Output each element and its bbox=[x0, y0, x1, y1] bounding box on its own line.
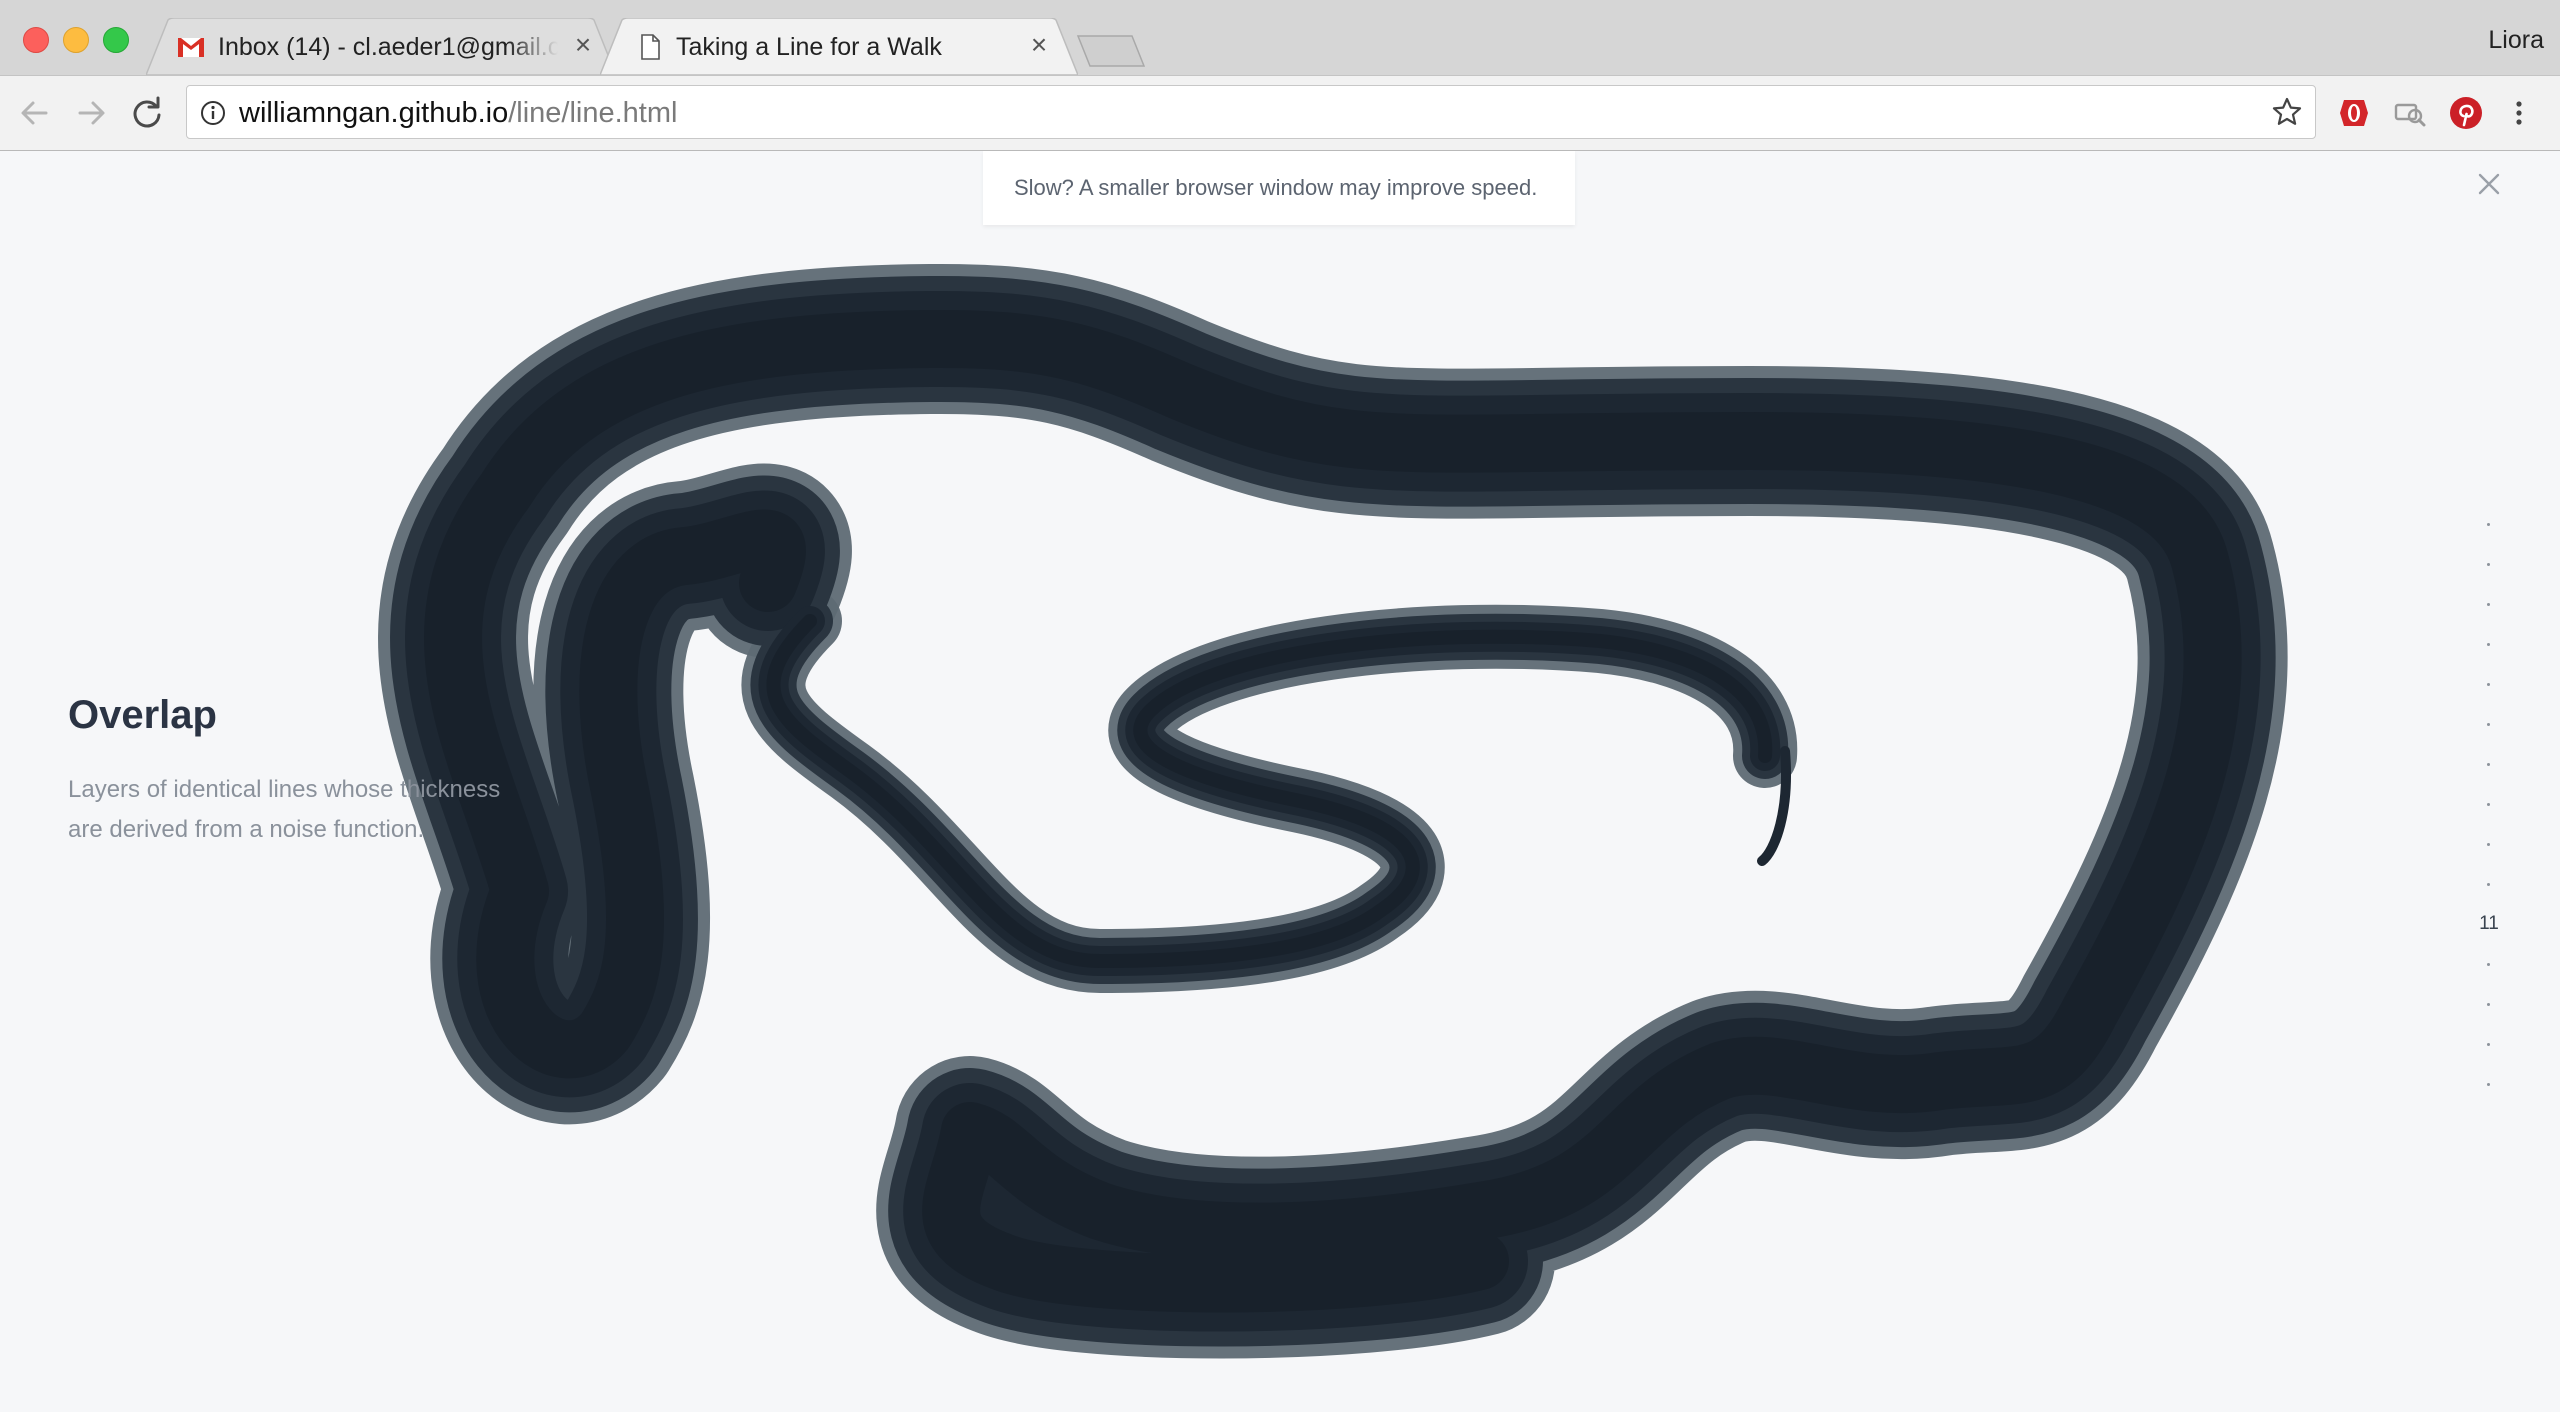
nav-dot[interactable] bbox=[2487, 883, 2490, 886]
nav-dot[interactable] bbox=[2487, 763, 2490, 766]
tab-line-walk[interactable]: Taking a Line for a Walk × bbox=[600, 18, 1078, 75]
url-text: williamngan.github.io/line/line.html bbox=[239, 96, 677, 130]
nav-dot[interactable] bbox=[2487, 563, 2490, 566]
nav-dot[interactable] bbox=[2487, 603, 2490, 606]
tab-inbox[interactable]: Inbox (14) - cl.aeder1@gmail.com × bbox=[146, 18, 616, 75]
notice-text: Slow? A smaller browser window may impro… bbox=[1014, 175, 1538, 200]
info-icon[interactable] bbox=[199, 99, 227, 127]
page-icon bbox=[634, 32, 664, 62]
page-content: Slow? A smaller browser window may impro… bbox=[0, 151, 2560, 1412]
opera-extension-icon[interactable] bbox=[2336, 95, 2372, 131]
menu-icon[interactable] bbox=[2506, 95, 2532, 131]
tab-strip: Inbox (14) - cl.aeder1@gmail.com × Takin… bbox=[0, 0, 2560, 76]
nav-dot[interactable] bbox=[2487, 1083, 2490, 1086]
address-bar[interactable]: williamngan.github.io/line/line.html bbox=[186, 85, 2316, 139]
url-path: /line/line.html bbox=[508, 97, 678, 129]
nav-dot[interactable] bbox=[2487, 963, 2490, 966]
pinterest-icon[interactable] bbox=[2448, 95, 2484, 131]
maximize-window-button[interactable] bbox=[103, 27, 129, 53]
nav-dot[interactable] bbox=[2487, 803, 2490, 806]
close-tab-icon[interactable]: × bbox=[568, 30, 598, 60]
bookmark-star-icon[interactable] bbox=[2271, 96, 2303, 128]
tab-title: Inbox (14) - cl.aeder1@gmail.com bbox=[218, 33, 558, 61]
close-window-button[interactable] bbox=[23, 27, 49, 53]
gmail-icon bbox=[176, 32, 206, 62]
profile-name[interactable]: Liora bbox=[2488, 26, 2544, 55]
performance-notice: Slow? A smaller browser window may impro… bbox=[983, 151, 1575, 225]
nav-dot[interactable] bbox=[2487, 843, 2490, 846]
nav-dot[interactable] bbox=[2487, 683, 2490, 686]
minimize-window-button[interactable] bbox=[63, 27, 89, 53]
current-section-number[interactable]: 11 bbox=[2474, 913, 2504, 935]
nav-dot[interactable] bbox=[2487, 523, 2490, 526]
nav-dot[interactable] bbox=[2487, 1043, 2490, 1046]
back-button[interactable] bbox=[12, 90, 58, 136]
reload-button[interactable] bbox=[124, 90, 170, 136]
section-navigator[interactable]: 11 bbox=[2474, 151, 2504, 1412]
tab-title: Taking a Line for a Walk bbox=[676, 33, 942, 61]
toolbar: williamngan.github.io/line/line.html bbox=[0, 76, 2560, 151]
browser-window: Inbox (14) - cl.aeder1@gmail.com × Takin… bbox=[0, 0, 2560, 1412]
close-tab-icon[interactable]: × bbox=[1024, 30, 1054, 60]
section-title: Overlap bbox=[68, 693, 217, 737]
nav-dot[interactable] bbox=[2487, 643, 2490, 646]
forward-button[interactable] bbox=[68, 90, 114, 136]
nav-dot[interactable] bbox=[2487, 723, 2490, 726]
new-tab-button[interactable] bbox=[1076, 34, 1146, 68]
nav-dot[interactable] bbox=[2487, 1003, 2490, 1006]
search-extension-icon[interactable] bbox=[2392, 95, 2428, 131]
url-host: williamngan.github.io bbox=[239, 97, 509, 129]
section-description: Layers of identical lines whose thicknes… bbox=[68, 776, 501, 843]
